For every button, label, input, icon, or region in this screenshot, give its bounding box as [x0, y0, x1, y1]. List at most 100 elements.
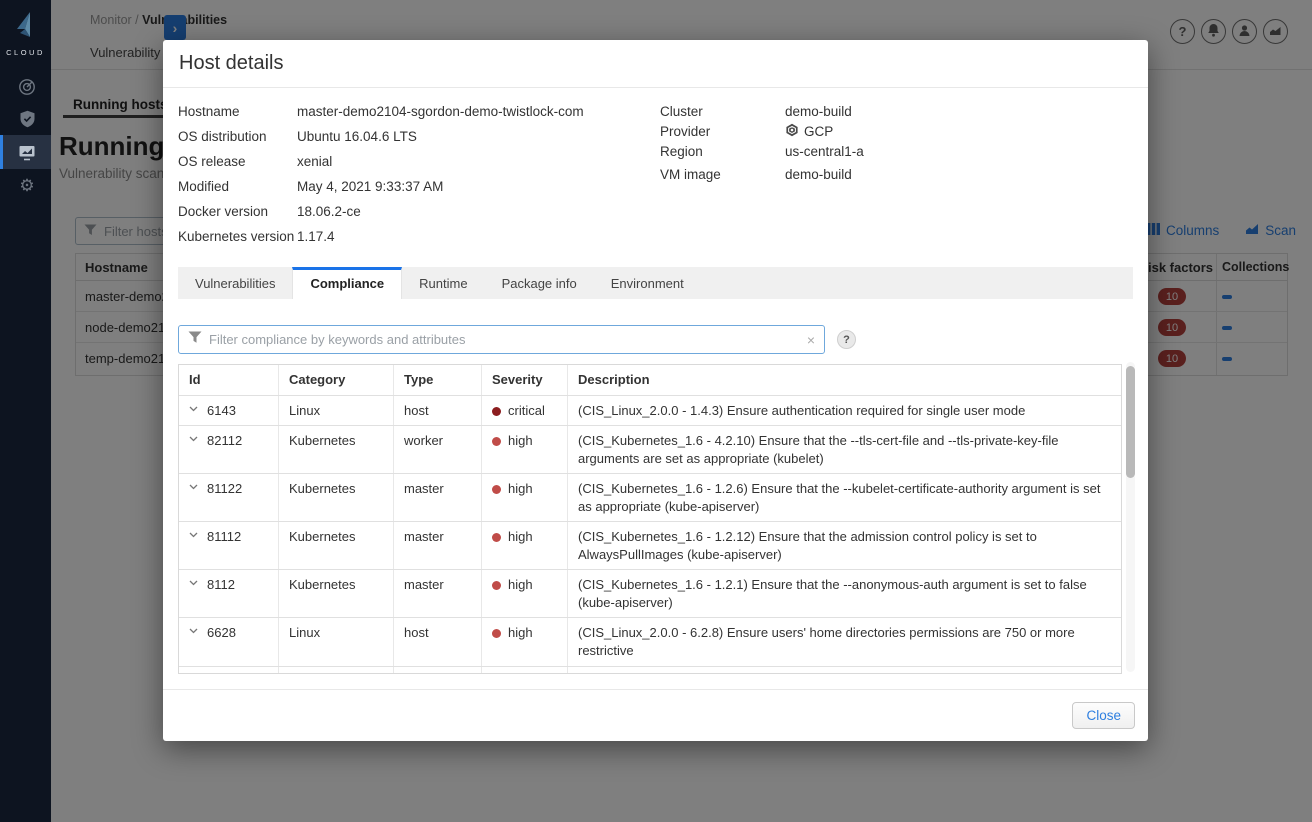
- severity-dot: [492, 581, 501, 591]
- info-label: VM image: [660, 166, 721, 182]
- compliance-category: Kubernetes: [279, 426, 394, 474]
- sidebar-item-monitor[interactable]: [0, 135, 51, 169]
- severity-label: high: [508, 529, 533, 545]
- sidebar-item-radar[interactable]: [0, 71, 51, 103]
- compliance-row[interactable]: 82112 Kubernetes worker high (CIS_Kubern…: [179, 425, 1121, 474]
- compliance-description: (CIS_Kubernetes_1.6 - 1.2.1) Ensure that…: [578, 577, 1087, 610]
- info-value: master-demo2104-sgordon-demo-twistlock-c…: [297, 103, 584, 119]
- info-value: 18.06.2-ce: [297, 203, 361, 219]
- compliance-category: Linux: [279, 618, 394, 666]
- severity-label: high: [508, 481, 533, 497]
- info-label: OS release: [178, 153, 246, 169]
- provider-name: GCP: [804, 123, 834, 139]
- monitor-chart-icon: [18, 144, 36, 161]
- compliance-id: 81122: [207, 481, 243, 497]
- chevron-down-icon[interactable]: [189, 406, 198, 412]
- compliance-description: (CIS_Kubernetes_1.6 - 1.2.12) Ensure tha…: [578, 529, 1037, 562]
- compliance-row[interactable]: 8112 Kubernetes master high (CIS_Kuberne…: [179, 569, 1121, 618]
- compliance-description: (CIS_Linux_2.0.0 - 6.2.8) Ensure users' …: [578, 625, 1075, 659]
- compliance-category: Kubernetes: [279, 474, 394, 522]
- chevron-down-icon[interactable]: [189, 580, 198, 586]
- severity-dot: [492, 485, 501, 495]
- compliance-description: (CIS_Kubernetes_1.6 - 4.2.10) Ensure tha…: [578, 433, 1059, 466]
- compliance-row[interactable]: 81122 Kubernetes master high (CIS_Kubern…: [179, 473, 1121, 522]
- description-header[interactable]: Description: [568, 365, 1121, 395]
- close-button[interactable]: Close: [1072, 702, 1135, 729]
- info-value: demo-build: [785, 103, 852, 119]
- info-label: OS distribution: [178, 128, 267, 144]
- compliance-description: (CIS_Kubernetes_1.6 - 1.2.6) Ensure that…: [578, 481, 1101, 514]
- tab-vulnerabilities[interactable]: Vulnerabilities: [178, 267, 292, 299]
- compliance-type: master: [394, 474, 482, 522]
- compliance-id: 6628: [207, 625, 236, 641]
- compliance-row[interactable]: 6628 Linux host high (CIS_Linux_2.0.0 - …: [179, 617, 1121, 666]
- logo-label: CLOUD: [6, 48, 45, 57]
- host-details-modal: Host details Hostname master-demo2104-sgo…: [163, 40, 1148, 741]
- clear-filter-icon[interactable]: ×: [807, 333, 815, 347]
- scrollbar-thumb[interactable]: [1126, 366, 1135, 478]
- info-label: Modified: [178, 178, 230, 194]
- severity-dot: [492, 629, 501, 639]
- tab-compliance[interactable]: Compliance: [292, 267, 403, 299]
- compliance-filter-input[interactable]: [209, 332, 800, 347]
- compliance-category: Linux: [279, 395, 394, 426]
- info-value: us-central1-a: [785, 143, 864, 159]
- info-label: Kubernetes version: [178, 228, 295, 244]
- compliance-type: host: [394, 395, 482, 426]
- prisma-cloud-logo: CLOUD: [0, 0, 51, 57]
- severity-label: high: [508, 577, 533, 593]
- chevron-down-icon[interactable]: [189, 484, 198, 490]
- modal-tabs: Vulnerabilities Compliance Runtime Packa…: [178, 267, 1133, 299]
- info-value: Ubuntu 16.04.6 LTS: [297, 128, 417, 144]
- gear-icon: ⚙: [19, 175, 35, 195]
- app-sidebar: CLOUD ⚙: [0, 0, 51, 822]
- info-label: Region: [660, 143, 703, 159]
- compliance-table: Id Category Type Severity Description 61…: [178, 364, 1122, 674]
- compliance-id: 6143: [207, 402, 236, 418]
- info-label: Cluster: [660, 103, 703, 119]
- severity-dot: [492, 406, 501, 416]
- id-header[interactable]: Id: [179, 365, 279, 395]
- tab-environment[interactable]: Environment: [594, 267, 701, 299]
- severity-header[interactable]: Severity: [482, 365, 568, 395]
- sidebar-item-defend[interactable]: [0, 103, 51, 135]
- tab-runtime[interactable]: Runtime: [402, 267, 484, 299]
- compliance-description: (CIS_Linux_2.0.0 - 5.2.10) Ensure SSH ro…: [568, 667, 1121, 673]
- info-label: Docker version: [178, 203, 269, 219]
- compliance-filter-box[interactable]: ×: [178, 325, 825, 354]
- info-value: xenial: [297, 153, 333, 169]
- modal-title: Host details: [179, 52, 284, 74]
- severity-dot: [492, 533, 501, 543]
- modal-footer: Close: [163, 689, 1148, 741]
- radar-icon: [18, 78, 36, 96]
- chevron-down-icon[interactable]: [189, 532, 198, 538]
- compliance-row[interactable]: 6143 Linux host critical (CIS_Linux_2.0.…: [179, 394, 1121, 426]
- gcp-icon: [785, 123, 799, 140]
- chevron-down-icon[interactable]: [189, 436, 198, 442]
- info-value: May 4, 2021 9:33:37 AM: [297, 178, 444, 194]
- compliance-row[interactable]: 81112 Kubernetes master high (CIS_Kubern…: [179, 521, 1121, 570]
- chevron-down-icon[interactable]: [189, 628, 198, 634]
- filter-help-button[interactable]: ?: [837, 330, 856, 349]
- compliance-row[interactable]: 6528 Linux host high (CIS_Linux_2.0.0 - …: [179, 665, 1121, 674]
- host-info: Hostname master-demo2104-sgordon-demo-twi…: [178, 102, 1133, 245]
- category-header[interactable]: Category: [279, 365, 394, 395]
- compliance-type: host: [394, 666, 482, 673]
- compliance-type: worker: [394, 426, 482, 474]
- shield-icon: [19, 110, 36, 128]
- filter-funnel-icon: [188, 331, 202, 349]
- tab-package-info[interactable]: Package info: [485, 267, 594, 299]
- compliance-type: master: [394, 522, 482, 570]
- compliance-type: host: [394, 618, 482, 666]
- sidebar-item-manage[interactable]: ⚙: [0, 169, 51, 201]
- compliance-table-header: Id Category Type Severity Description: [179, 365, 1121, 395]
- table-scrollbar[interactable]: [1126, 362, 1135, 672]
- compliance-id: 82112: [207, 433, 243, 449]
- compliance-category: Kubernetes: [279, 570, 394, 618]
- info-value: demo-build: [785, 166, 852, 182]
- type-header[interactable]: Type: [394, 365, 482, 395]
- severity-label: high: [508, 433, 533, 449]
- severity-dot: [492, 437, 501, 447]
- compliance-id: 6528: [207, 673, 236, 674]
- compliance-id: 81112: [207, 529, 242, 545]
